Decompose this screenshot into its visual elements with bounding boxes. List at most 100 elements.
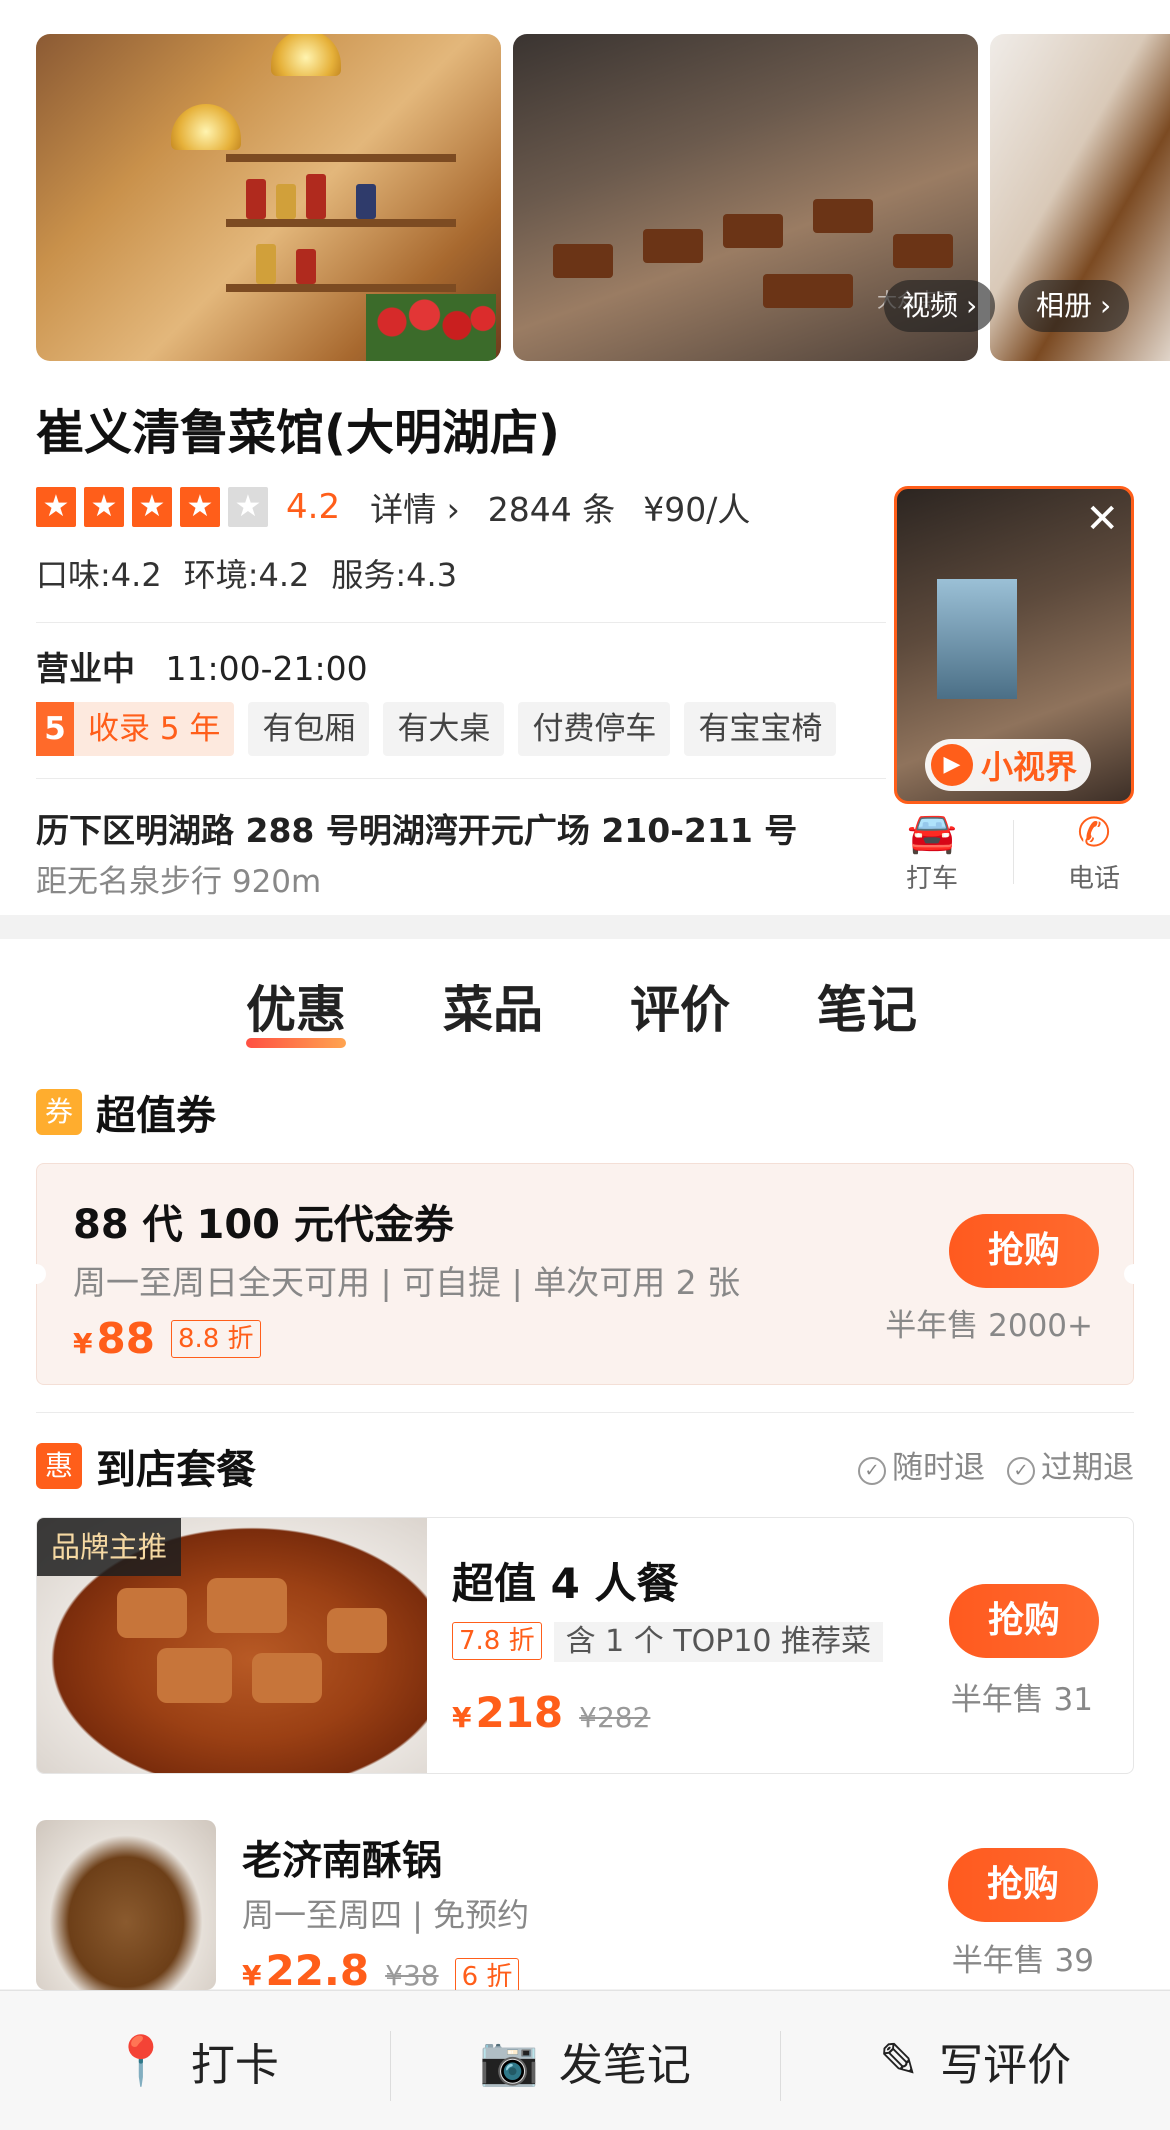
close-icon[interactable]: ✕ [1085, 499, 1119, 539]
shop-header-card: 大众点评 视频 › 相册 › 崔义清鲁菜馆(大明湖店) ★ ★ ★ ★ ★ 4.… [0, 0, 1170, 915]
set-meal-section-header: 惠 到店套餐 [36, 1437, 256, 1495]
open-status: 营业中 [36, 649, 135, 688]
post-note-button[interactable]: 📷 发笔记 [390, 1991, 780, 2130]
bottle [356, 184, 376, 219]
set-meal-tags: 7.8 折 含 1 个 TOP10 推荐菜 [452, 1622, 884, 1662]
record-years-number: 5 [36, 702, 74, 756]
gallery-photo-interior-shelf[interactable] [36, 34, 501, 361]
distance: 距无名泉步行 920m [36, 864, 322, 900]
edit-review-icon: ✎ [878, 2032, 920, 2089]
set-meal-price: ¥218 [452, 1688, 564, 1737]
shelf [226, 154, 456, 162]
chevron-right-icon: › [1100, 289, 1112, 322]
business-hours[interactable]: 营业中 11:00-21:00 [36, 642, 368, 690]
divider [36, 1412, 1134, 1413]
video-label: 视频 [902, 289, 959, 322]
coupon-name: 88 代 100 元代金券 [73, 1202, 454, 1248]
dish-sold-count: 半年售 39 [951, 1943, 1094, 1979]
bottle [256, 244, 276, 284]
sub-scores: 口味:4.2 环境:4.2 服务:4.3 [36, 550, 457, 596]
write-review-button[interactable]: ✎ 写评价 [780, 1991, 1170, 2130]
facility-tags[interactable]: 5 收录 5 年 有包厢 有大桌 付费停车 有宝宝椅 [36, 702, 896, 756]
hours-value: 11:00-21:00 [165, 649, 368, 688]
environment-score: 环境:4.2 [183, 556, 310, 594]
divider [36, 778, 886, 779]
phone-button[interactable]: ✆ 电话 [1034, 808, 1154, 895]
phone-label: 电话 [1067, 864, 1120, 894]
phone-icon: ✆ [1077, 810, 1111, 856]
bottle [296, 249, 316, 284]
food-chunk [327, 1608, 387, 1653]
coupon-buy-button[interactable]: 抢购 [949, 1214, 1099, 1288]
flowers [366, 294, 496, 361]
tab-dishes[interactable]: 菜品 [443, 970, 543, 1042]
price-per-person: ¥90/人 [643, 490, 751, 529]
food-chunk [207, 1578, 287, 1633]
album-button[interactable]: 相册 › [1018, 280, 1130, 332]
tab-reviews[interactable]: 评价 [630, 970, 730, 1042]
dish-title: 老济南酥锅 [242, 1838, 442, 1884]
coupon-section-title: 超值券 [96, 1093, 216, 1139]
coupon-discount: 8.8 折 [170, 1319, 261, 1358]
lamp-decoration [171, 104, 241, 150]
dish-discount: 6 折 [454, 1958, 520, 1990]
set-meal-discount: 7.8 折 [452, 1622, 542, 1660]
shop-name: 崔义清鲁菜馆(大明湖店) [36, 405, 560, 461]
details-link[interactable]: 详情 › [370, 483, 460, 531]
set-meal-feature-tag: 含 1 个 TOP10 推荐菜 [553, 1622, 884, 1662]
divider [1013, 820, 1014, 884]
dish-image [36, 1820, 216, 1990]
taxi-button[interactable]: 🚘 打车 [872, 808, 992, 895]
chevron-right-icon: › [966, 289, 978, 322]
star-icon: ★ [84, 487, 124, 527]
coupon-price: ¥88 [73, 1314, 155, 1363]
shelf [226, 284, 456, 292]
tag-large-table: 有大桌 [383, 702, 505, 756]
set-meal-card[interactable]: 品牌主推 超值 4 人餐 7.8 折 含 1 个 TOP10 推荐菜 ¥218 … [36, 1517, 1134, 1774]
dish-deal-item[interactable]: 老济南酥锅 周一至周四 | 免预约 ¥22.8 ¥38 6 折 抢购 半年售 3… [36, 1820, 1134, 1990]
tag-baby-chair: 有宝宝椅 [684, 702, 837, 756]
floating-video-player[interactable]: ✕ ▶ 小视界 [894, 486, 1134, 804]
dish-buy-button[interactable]: 抢购 [948, 1848, 1098, 1922]
review-count[interactable]: 2844 条 [488, 483, 615, 531]
refund-anytime-flag: ✓ 随时退 [858, 1442, 985, 1487]
car-icon: 🚘 [907, 810, 957, 856]
post-note-label: 发笔记 [558, 2039, 691, 2091]
bottle [276, 184, 296, 219]
address[interactable]: 历下区明湖路 288 号明湖湾开元广场 210-211 号 [36, 804, 797, 852]
table [763, 274, 853, 308]
coupon-notch [26, 1264, 46, 1284]
refund-flags: ✓ 随时退 ✓ 过期退 [858, 1442, 1134, 1487]
video-button[interactable]: 视频 › [884, 280, 996, 332]
brand-recommend-tag: 品牌主推 [37, 1518, 182, 1576]
coupon-sold-count: 半年售 2000+ [885, 1308, 1093, 1344]
taxi-label: 打车 [905, 864, 958, 894]
coupon-desc: 周一至周日全天可用 | 可自提 | 单次可用 2 张 [73, 1263, 741, 1302]
record-years-label: 收录 5 年 [88, 711, 221, 747]
table [553, 244, 613, 278]
food-chunk [252, 1653, 322, 1703]
coupon-price-row: ¥88 8.8 折 [73, 1314, 261, 1363]
coupon-notch [1124, 1264, 1144, 1284]
camera-plus-icon: 📷 [479, 2033, 539, 2089]
set-meal-title: 超值 4 人餐 [452, 1559, 679, 1608]
video-badge[interactable]: ▶ 小视界 [925, 739, 1092, 791]
check-in-button[interactable]: 📍 打卡 [0, 1991, 390, 2130]
star-empty-icon: ★ [228, 487, 268, 527]
tab-deals[interactable]: 优惠 [246, 970, 346, 1048]
service-score: 服务:4.3 [331, 556, 458, 594]
check-circle-icon: ✓ [1007, 1457, 1035, 1485]
check-in-label: 打卡 [190, 2039, 279, 2091]
dish-price-row: ¥22.8 ¥38 6 折 [242, 1946, 520, 1990]
set-meal-buy-button[interactable]: 抢购 [949, 1584, 1099, 1658]
table [643, 229, 703, 263]
set-meal-original-price: ¥282 [579, 1701, 651, 1734]
shelf [226, 219, 456, 227]
rating-row: ★ ★ ★ ★ ★ 4.2 详情 › 2844 条 ¥90/人 [36, 482, 778, 532]
coupon-card[interactable]: 88 代 100 元代金券 周一至周日全天可用 | 可自提 | 单次可用 2 张… [26, 1163, 1144, 1385]
album-label: 相册 [1036, 289, 1093, 322]
write-review-label: 写评价 [939, 2039, 1072, 2091]
photo-gallery[interactable]: 大众点评 视频 › 相册 › [36, 34, 1170, 361]
check-circle-icon: ✓ [858, 1457, 886, 1485]
tab-notes[interactable]: 笔记 [817, 970, 917, 1042]
